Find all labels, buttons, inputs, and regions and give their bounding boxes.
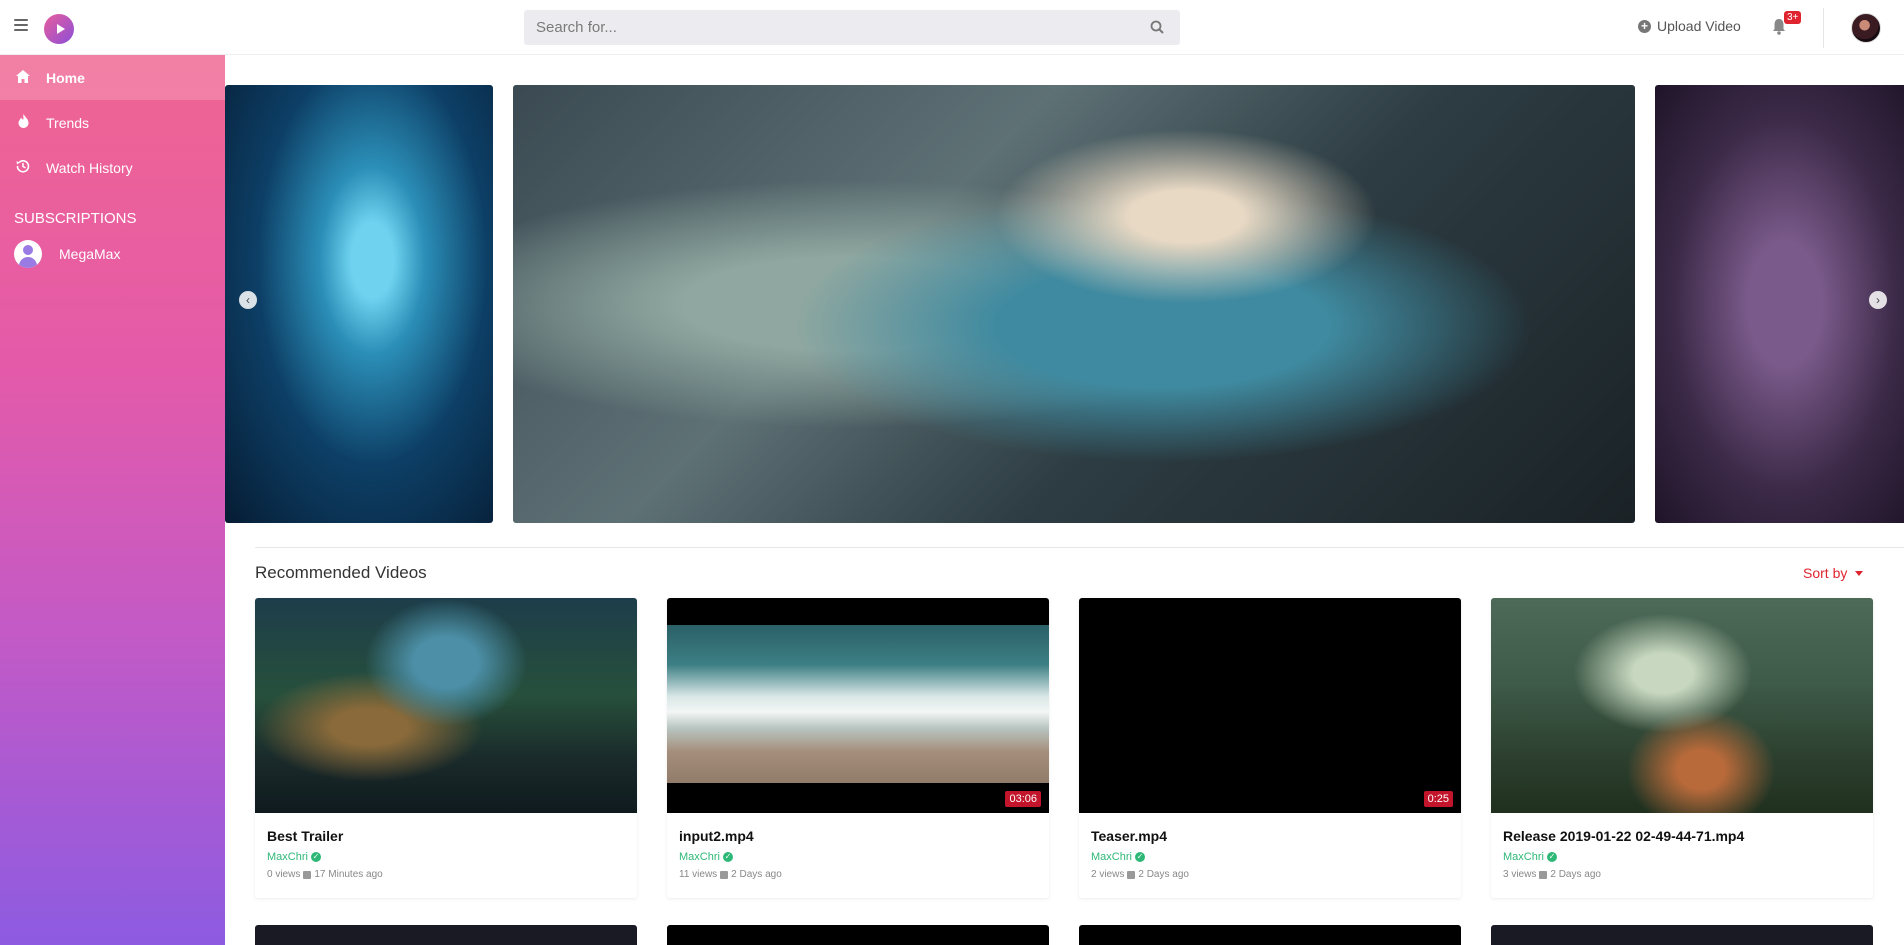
video-meta: 11 views 2 Days ago	[679, 869, 782, 880]
video-thumbnail[interactable]: 0:25	[1079, 598, 1461, 813]
sidebar: Home Trends Watch History SUBSCRIPTIONS …	[0, 55, 225, 945]
video-meta: 0 views 17 Minutes ago	[267, 869, 383, 880]
video-card[interactable]: Release 2019-01-22 02-49-44-71.mp4 MaxCh…	[1491, 598, 1873, 898]
verified-icon: ✓	[1134, 852, 1145, 862]
upload-age: 2 Days ago	[1550, 869, 1601, 880]
sidebar-item-watch-history[interactable]: Watch History	[0, 145, 225, 190]
sort-by-label: Sort by	[1803, 565, 1848, 581]
carousel-slide-next[interactable]	[1655, 85, 1904, 523]
header-divider	[1823, 8, 1824, 48]
view-count: 11 views	[679, 869, 718, 880]
channel-avatar	[14, 240, 42, 268]
calendar-icon	[1127, 870, 1136, 879]
view-count: 0 views	[267, 869, 301, 880]
calendar-icon	[303, 870, 312, 879]
video-card-partial[interactable]	[1079, 925, 1461, 945]
top-bar: + Upload Video 3+	[0, 0, 1904, 55]
search-input[interactable]	[524, 10, 1124, 45]
carousel-slide-previous[interactable]	[225, 85, 493, 523]
video-thumbnail[interactable]	[1491, 598, 1873, 813]
channel-name: MaxChri	[1091, 851, 1132, 863]
subscription-name: MegaMax	[59, 246, 121, 262]
video-card-partial[interactable]	[255, 925, 637, 945]
calendar-icon	[720, 870, 729, 879]
sidebar-item-label: Watch History	[46, 159, 133, 176]
sidebar-item-trends[interactable]: Trends	[0, 100, 225, 145]
plus-circle-icon: +	[1638, 19, 1651, 33]
home-icon	[14, 69, 32, 86]
sidebar-item-label: Home	[46, 69, 85, 86]
channel-name: MaxChri	[679, 851, 720, 863]
video-title[interactable]: Release 2019-01-22 02-49-44-71.mp4	[1503, 828, 1744, 844]
video-title[interactable]: input2.mp4	[679, 828, 754, 844]
video-thumbnail[interactable]	[255, 598, 637, 813]
upload-video-button[interactable]: + Upload Video	[1638, 18, 1741, 34]
search-bar	[524, 10, 1180, 45]
duration-badge: 03:06	[1005, 791, 1041, 807]
section-divider	[255, 547, 1904, 548]
caret-down-icon	[1855, 570, 1864, 576]
channel-name: MaxChri	[267, 851, 308, 863]
history-icon	[14, 159, 32, 176]
featured-carousel: ‹ ›	[225, 85, 1904, 523]
upload-age: 2 Days ago	[1138, 869, 1189, 880]
verified-icon: ✓	[722, 852, 733, 862]
video-card[interactable]: 03:06 input2.mp4 MaxChri ✓ 11 views 2 Da…	[667, 598, 1049, 898]
video-card[interactable]: 0:25 Teaser.mp4 MaxChri ✓ 2 views 2 Days…	[1079, 598, 1461, 898]
channel-name: MaxChri	[1503, 851, 1544, 863]
video-card[interactable]: Best Trailer MaxChri ✓ 0 views 17 Minute…	[255, 598, 637, 898]
calendar-icon	[1539, 870, 1548, 879]
section-title: Recommended Videos	[255, 563, 427, 582]
menu-icon[interactable]	[14, 19, 28, 31]
video-channel[interactable]: MaxChri ✓	[267, 851, 321, 863]
video-title[interactable]: Teaser.mp4	[1091, 828, 1167, 844]
sidebar-item-home[interactable]: Home	[0, 55, 225, 100]
sidebar-item-label: Trends	[46, 114, 90, 131]
thumbnail-image	[667, 625, 1049, 783]
video-channel[interactable]: MaxChri ✓	[1091, 851, 1145, 863]
duration-badge: 0:25	[1423, 791, 1453, 807]
verified-icon: ✓	[1546, 852, 1557, 862]
upload-video-label: Upload Video	[1657, 18, 1741, 34]
upload-age: 2 Days ago	[731, 869, 782, 880]
upload-age: 17 Minutes ago	[314, 869, 383, 880]
video-card-partial[interactable]	[1491, 925, 1873, 945]
view-count: 2 views	[1091, 869, 1125, 880]
video-thumbnail[interactable]: 03:06	[667, 598, 1049, 813]
subscription-item-megamax[interactable]: MegaMax	[0, 234, 225, 274]
video-channel[interactable]: MaxChri ✓	[1503, 851, 1557, 863]
notification-badge: 3+	[1784, 11, 1802, 24]
chevron-right-icon[interactable]: ›	[1869, 291, 1887, 309]
main-content: ‹ › Recommended Videos Sort by Best Trai…	[225, 55, 1904, 945]
video-title[interactable]: Best Trailer	[267, 828, 343, 844]
video-meta: 2 views 2 Days ago	[1091, 869, 1189, 880]
video-card-partial[interactable]	[667, 925, 1049, 945]
fire-icon	[14, 114, 32, 131]
verified-icon: ✓	[310, 852, 321, 862]
search-icon[interactable]	[1150, 20, 1164, 34]
subscriptions-heading: SUBSCRIPTIONS	[14, 210, 137, 227]
video-meta: 3 views 2 Days ago	[1503, 869, 1601, 880]
chevron-left-icon[interactable]: ‹	[239, 291, 257, 309]
video-channel[interactable]: MaxChri ✓	[679, 851, 733, 863]
sort-by-dropdown[interactable]: Sort by	[1803, 565, 1864, 581]
view-count: 3 views	[1503, 869, 1537, 880]
carousel-slide-current[interactable]	[513, 85, 1635, 523]
logo[interactable]	[44, 14, 74, 44]
user-avatar[interactable]	[1851, 13, 1881, 43]
